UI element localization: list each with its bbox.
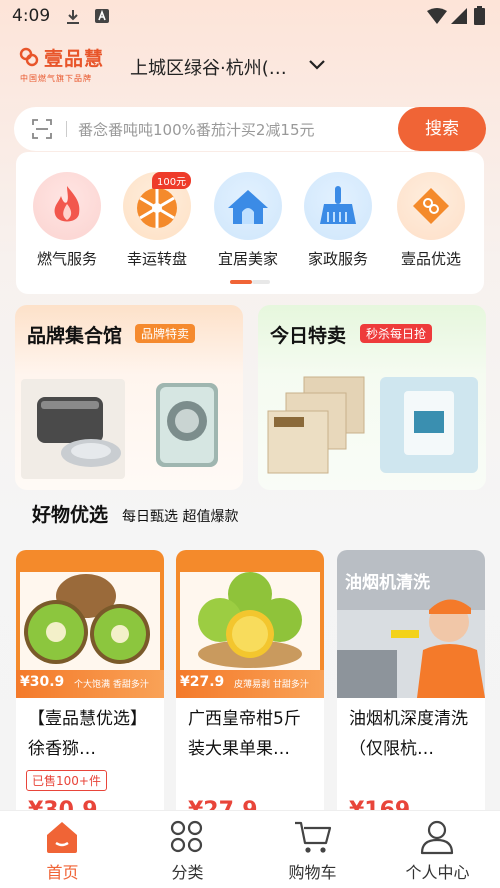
product-card[interactable]: ¥27.9 皮薄易剥 甘甜多汁 广西皇帝柑5斤装大果单果… ¥27.9	[176, 550, 324, 820]
promo-tag: 品牌特卖	[135, 324, 196, 343]
price-band: ¥30.9 个大饱满 香甜多汁	[16, 670, 164, 698]
section-subtitle: 每日甄选 超值爆款	[122, 509, 239, 525]
status-bar: 4:09	[0, 0, 500, 34]
tab-category[interactable]: 分类	[125, 811, 250, 888]
app-header: 壹品慧 中国燃气旗下品牌 上城区绿谷·杭州(…	[0, 36, 500, 98]
house-icon	[214, 172, 282, 240]
brand-logo: 壹品慧 中国燃气旗下品牌	[18, 44, 113, 88]
wheel-badge: 100元	[152, 172, 192, 189]
band-price: ¥27.9	[180, 674, 225, 690]
service-premium-select[interactable]: 壹品优选	[386, 172, 476, 272]
flame-icon	[33, 172, 101, 240]
sold-badge: 已售100+件	[26, 770, 107, 791]
cart-icon	[295, 821, 332, 853]
battery-icon	[474, 6, 485, 25]
service-label: 宜居美家	[217, 250, 278, 268]
band-tags: 皮薄易剥 甘甜多汁	[234, 680, 309, 690]
band-tags: 个大饱满 香甜多汁	[74, 680, 149, 690]
promo-brand-collection[interactable]: 品牌集合馆 品牌特卖	[15, 305, 243, 490]
service-label: 幸运转盘	[126, 250, 187, 268]
service-banner: 油烟机清洗	[345, 573, 430, 593]
home-icon	[47, 822, 77, 853]
bottom-tab-bar: 首页 分类 购物车 个人中心	[0, 810, 500, 888]
search-input[interactable]: 番念番吨吨100%番茄汁买2减15元	[78, 119, 315, 140]
brand-mark-icon	[19, 47, 39, 67]
tab-label: 购物车	[288, 863, 337, 882]
profile-icon	[420, 820, 454, 855]
category-icon	[170, 820, 203, 853]
tab-home[interactable]: 首页	[0, 811, 125, 888]
brand-name: 壹品慧	[44, 48, 105, 70]
product-name: 【壹品慧优选】徐香猕…	[28, 709, 147, 759]
status-time: 4:09	[12, 6, 51, 26]
service-lucky-wheel[interactable]: 100元 幸运转盘	[112, 172, 202, 272]
scan-icon[interactable]	[32, 119, 52, 139]
product-name: 广西皇帝柑5斤装大果单果…	[188, 709, 301, 759]
wifi-icon	[427, 8, 447, 24]
signal-icon	[451, 8, 467, 24]
pager-inactive	[252, 280, 270, 284]
product-card[interactable]: ¥30.9 个大饱满 香甜多汁 【壹品慧优选】徐香猕… 已售100+件 ¥30.…	[16, 550, 164, 820]
promo-tag: 秒杀每日抢	[360, 324, 433, 343]
promo-title: 品牌集合馆	[27, 325, 123, 347]
keyboard-a-icon	[95, 9, 109, 23]
brand-subtitle: 中国燃气旗下品牌	[20, 74, 92, 83]
section-title: 好物优选	[32, 504, 109, 526]
service-housekeeping[interactable]: 家政服务	[293, 172, 383, 272]
tab-cart[interactable]: 购物车	[250, 811, 375, 888]
service-home[interactable]: 宜居美家	[203, 172, 293, 272]
location-selector[interactable]: 上城区绿谷·杭州(…	[130, 54, 287, 80]
product-card[interactable]: 油烟机清洗 油烟机深度清洗（仅限杭… ¥169	[337, 550, 485, 820]
special-products-image	[267, 376, 478, 474]
brand-products-image	[21, 379, 218, 479]
band-price: ¥30.9	[20, 674, 65, 690]
pager-active	[230, 280, 252, 284]
service-label: 家政服务	[307, 250, 368, 268]
service-label: 燃气服务	[36, 250, 97, 268]
services-panel: 燃气服务 100元 幸运转盘 宜居美家 家政服务 壹品优选	[16, 152, 484, 294]
service-label: 壹品优选	[400, 250, 461, 268]
chevron-down-icon[interactable]	[306, 58, 328, 72]
download-icon	[67, 10, 79, 24]
tab-label: 分类	[171, 863, 204, 882]
promo-today-special[interactable]: 今日特卖 秒杀每日抢	[258, 305, 486, 490]
service-gas[interactable]: 燃气服务	[22, 172, 112, 272]
search-bar[interactable]: 番念番吨吨100%番茄汁买2减15元 搜索	[14, 107, 486, 151]
tab-profile[interactable]: 个人中心	[375, 811, 500, 888]
product-name: 油烟机深度清洗（仅限杭…	[349, 709, 468, 759]
search-divider	[66, 121, 67, 137]
broom-icon	[304, 172, 372, 240]
search-button[interactable]: 搜索	[398, 107, 486, 151]
tab-label: 个人中心	[405, 863, 470, 882]
price-band: ¥27.9 皮薄易剥 甘甜多汁	[176, 670, 324, 698]
promo-title: 今日特卖	[270, 325, 347, 347]
brand-diamond-icon	[397, 172, 465, 240]
tab-label: 首页	[46, 863, 79, 882]
